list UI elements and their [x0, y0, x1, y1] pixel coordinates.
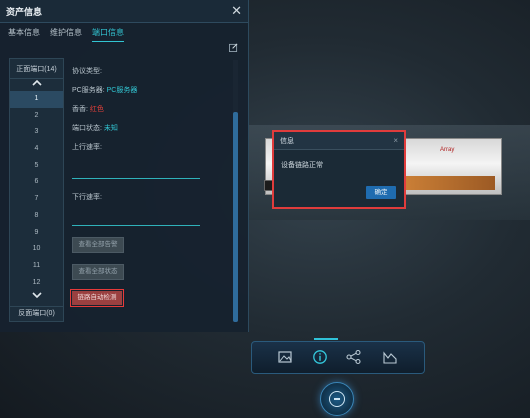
port-list: 正面端口(14) 1 2 3 4 5 6 7 8 9 10 11 12 反面端口(0) — [9, 58, 64, 322]
chevron-down-icon[interactable] — [10, 291, 63, 303]
info-icon[interactable] — [312, 349, 328, 365]
minus-icon — [329, 391, 345, 407]
bottom-toolbar — [251, 341, 425, 374]
pc-server-row: PC服务器: PC服务器 — [72, 85, 230, 104]
back-ports-footer[interactable]: 反面端口(0) — [10, 306, 63, 321]
image-icon[interactable] — [277, 349, 293, 365]
port-number-item[interactable]: 12 — [10, 275, 63, 292]
port-status-row: 端口状态: 未知 — [72, 123, 230, 142]
link-auto-detect-button[interactable]: 链路自动检测 — [70, 289, 124, 307]
view-all-status-button[interactable]: 查看全部状态 — [72, 264, 124, 280]
port-number-item[interactable]: 8 — [10, 208, 63, 225]
panel-tabs: 基本信息 维护信息 端口信息 — [8, 27, 124, 42]
upstream-row: 上行速率: — [72, 142, 230, 161]
info-dialog: 信息 × 设备链路正常 确定 — [272, 130, 406, 209]
chevron-up-icon[interactable] — [10, 79, 63, 91]
chart-icon[interactable] — [382, 349, 398, 365]
dialog-header: 信息 × — [274, 132, 404, 150]
protocol-label: 协议类型: — [72, 68, 102, 75]
pc-server-label: PC服务器: — [72, 87, 105, 94]
port-number-item[interactable]: 3 — [10, 124, 63, 141]
downstream-rate-line — [72, 225, 200, 226]
port-number-item[interactable]: 6 — [10, 174, 63, 191]
color-label: 香香: — [72, 106, 88, 113]
port-number-item[interactable]: 9 — [10, 225, 63, 242]
port-numbers: 1 2 3 4 5 6 7 8 9 10 11 12 — [10, 91, 63, 291]
tab-port-info[interactable]: 端口信息 — [92, 27, 124, 42]
tab-basic-info[interactable]: 基本信息 — [8, 27, 40, 42]
toolbar-active-indicator — [314, 338, 338, 340]
pc-server-value: PC服务器 — [106, 87, 138, 94]
dialog-message: 设备链路正常 — [281, 162, 323, 169]
port-number-item[interactable]: 4 — [10, 141, 63, 158]
close-icon[interactable]: ✕ — [231, 3, 242, 19]
port-status-value: 未知 — [103, 125, 118, 132]
port-number-item[interactable]: 1 — [10, 91, 63, 108]
edit-icon[interactable] — [229, 43, 238, 52]
port-number-item[interactable]: 5 — [10, 158, 63, 175]
confirm-button[interactable]: 确定 — [366, 186, 396, 199]
color-row: 香香: 红色 — [72, 104, 230, 123]
front-ports-header[interactable]: 正面端口(14) — [10, 59, 63, 79]
port-details: 协议类型: PC服务器: PC服务器 香香: 红色 端口状态: 未知 上行速率: — [72, 66, 230, 161]
port-status-label: 端口状态: — [72, 125, 102, 132]
topology-icon[interactable] — [346, 349, 362, 365]
asset-info-panel: 资产信息 ✕ 基本信息 维护信息 端口信息 正面端口(14) 123456789… — [0, 0, 249, 332]
tab-maintenance-info[interactable]: 维护信息 — [50, 27, 82, 42]
color-value: 红色 — [89, 106, 104, 113]
panel-scrollbar-thumb[interactable] — [233, 112, 238, 322]
panel-header: 资产信息 ✕ — [0, 0, 248, 23]
device-logo: Array — [440, 147, 455, 153]
downstream-label: 下行速率: — [72, 194, 102, 201]
panel-title: 资产信息 — [6, 6, 43, 17]
collapse-button[interactable] — [320, 382, 354, 416]
port-number-item[interactable]: 10 — [10, 241, 63, 258]
port-number-item[interactable]: 11 — [10, 258, 63, 275]
close-icon[interactable]: × — [393, 136, 398, 145]
upstream-rate-line — [72, 178, 200, 179]
downstream-row: 下行速率: — [72, 186, 102, 204]
protocol-row: 协议类型: — [72, 66, 230, 85]
upstream-label: 上行速率: — [72, 144, 102, 151]
port-number-item[interactable]: 2 — [10, 108, 63, 125]
dialog-title: 信息 — [280, 137, 294, 145]
port-number-item[interactable]: 7 — [10, 191, 63, 208]
view-all-alarms-button[interactable]: 查看全部告警 — [72, 237, 124, 253]
